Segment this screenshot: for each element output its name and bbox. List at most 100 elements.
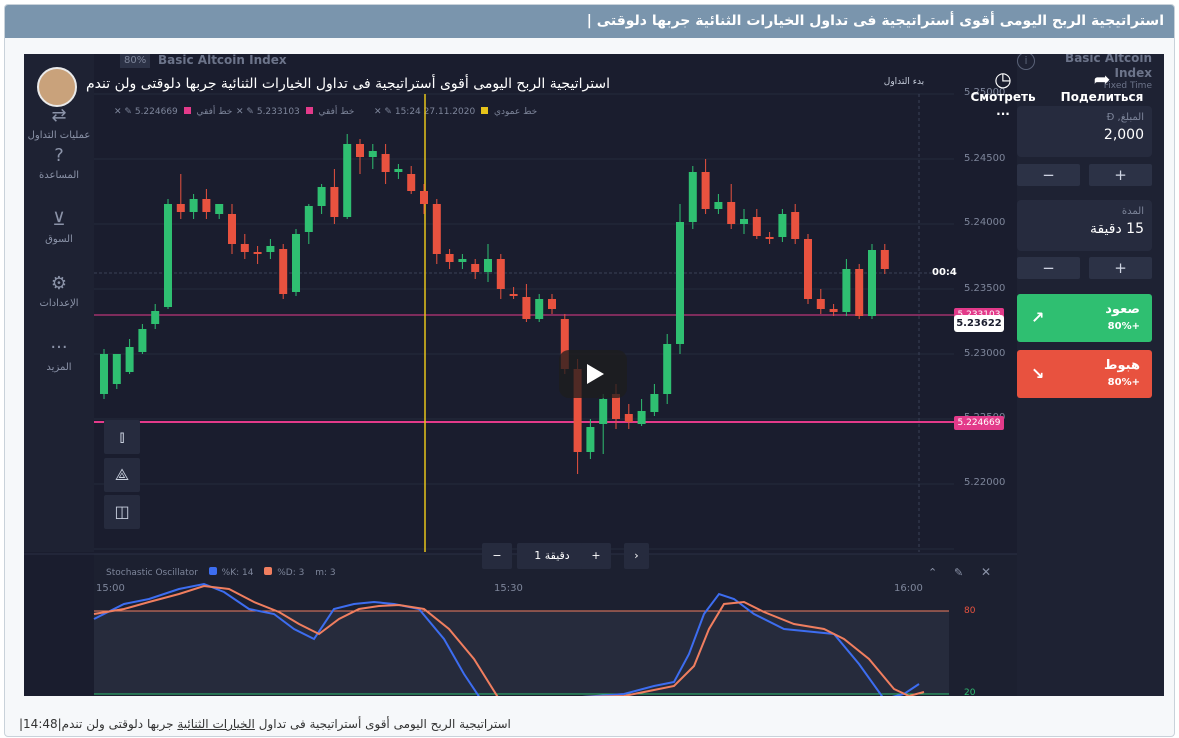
time-axis-label: 15:00 xyxy=(96,583,125,594)
candle-body xyxy=(855,269,864,316)
candle-body xyxy=(228,214,236,244)
duration-plus-button[interactable]: + xyxy=(1089,257,1152,279)
watch-later-button[interactable]: ◷ Смотреть ... xyxy=(964,68,1042,118)
candle-body xyxy=(548,299,556,309)
share-label: Поделиться xyxy=(1060,90,1144,104)
candlestick-icon: ⫾ xyxy=(119,427,125,446)
candle-body xyxy=(471,264,480,272)
hline-tag-1: 5.224669 xyxy=(954,416,1004,430)
candle-body xyxy=(368,151,377,157)
stochastic-band xyxy=(94,611,949,694)
post-card: استراتيجية الربح اليومى أقوى أستراتيجية … xyxy=(4,4,1175,737)
candle-body xyxy=(381,154,390,172)
post-title: استراتيجية الربح اليومى أقوى أستراتيجية … xyxy=(5,5,1174,38)
candle-body xyxy=(816,299,825,309)
candle-body xyxy=(727,202,736,224)
candle-timer: 00:4 xyxy=(932,267,957,278)
footer-link[interactable]: الخيارات الثنائية xyxy=(177,717,255,731)
candle-body xyxy=(292,234,300,292)
candle-body xyxy=(765,237,774,239)
timeframe-value: 1 دقيقة xyxy=(517,543,587,569)
candle-body xyxy=(701,172,710,209)
footer-text-suffix: جربها دلوقتى ولن تندم|14:48| xyxy=(19,717,178,731)
video-title[interactable]: استراتيجية الربح اليومى أقوى أستراتيجية … xyxy=(86,76,610,92)
candle-body xyxy=(420,191,428,204)
candle-body xyxy=(663,344,672,394)
timeframe-plus-button[interactable]: + xyxy=(581,543,611,569)
duration-value[interactable]: 15 دقيقة xyxy=(1025,221,1144,237)
candle-body xyxy=(880,250,889,269)
arrow-up-right-icon: ↗ xyxy=(1031,308,1045,327)
candle-body xyxy=(535,299,544,319)
duration-label: المدة xyxy=(1121,206,1144,217)
price-axis-label: 5.23500 xyxy=(964,283,1006,294)
amount-label: المبلغ, Đ xyxy=(1106,112,1144,123)
candle-body xyxy=(432,204,441,254)
watch-later-label: Смотреть ... xyxy=(970,90,1036,118)
duration-box[interactable]: المدة 15 دقيقة xyxy=(1017,200,1152,251)
candle-body xyxy=(740,219,748,224)
put-down-button[interactable]: هبوط +80% ↘ xyxy=(1017,350,1152,398)
candle-body xyxy=(151,311,160,324)
time-axis-label: 16:00 xyxy=(894,583,923,594)
call-up-button[interactable]: صعود +80% ↗ xyxy=(1017,294,1152,342)
play-button[interactable] xyxy=(559,350,627,398)
candle-body xyxy=(624,414,633,422)
candle-body xyxy=(317,187,326,206)
stochastic-lower-label: 20 xyxy=(964,688,976,696)
current-price-tag: 5.23622 xyxy=(954,315,1004,332)
timeframe-minus-button[interactable]: − xyxy=(482,543,512,569)
candle-body xyxy=(637,411,646,424)
stochastic-upper-label: 80 xyxy=(964,606,976,616)
stochastic-edit-icon[interactable]: ✎ xyxy=(954,566,963,579)
channel-avatar[interactable] xyxy=(37,67,77,107)
candle-body xyxy=(304,206,313,232)
candle-body xyxy=(842,269,851,312)
price-axis-label: 5.23000 xyxy=(964,348,1006,359)
share-arrow-icon: ➦ xyxy=(1093,67,1111,91)
candle-body xyxy=(176,204,185,212)
candle-body xyxy=(509,294,518,296)
down-payout: +80% xyxy=(1107,377,1140,388)
share-button[interactable]: ➦ Поделиться xyxy=(1060,68,1144,104)
candle-body xyxy=(522,297,531,319)
stochastic-k: %K: 14 xyxy=(221,568,254,578)
stochastic-d: %D: 3 xyxy=(277,568,305,578)
candle-body xyxy=(445,254,454,262)
candle-body xyxy=(125,347,134,372)
stochastic-m: m: 3 xyxy=(315,568,336,578)
duration-minus-button[interactable]: − xyxy=(1017,257,1080,279)
chart-type-button[interactable]: ⫾ xyxy=(104,420,140,454)
post-footer: استراتيجية الربح اليومى أقوى أستراتيجية … xyxy=(19,717,511,731)
candle-body xyxy=(394,169,403,172)
stochastic-legend: Stochastic Oscillator %K: 14 %D: 3 m: 3 xyxy=(106,567,336,578)
split-layout-icon: ◫ xyxy=(114,502,130,521)
candle-body xyxy=(138,329,147,352)
stochastic-close-icon[interactable]: ✕ xyxy=(981,565,991,579)
stochastic-title: Stochastic Oscillator xyxy=(106,568,198,578)
time-axis-label: 15:30 xyxy=(494,583,523,594)
clock-icon: ◷ xyxy=(994,67,1012,91)
video-player[interactable]: ⇄ عمليات التداول ? المساعدة ⊻ السوق ⚙ ال… xyxy=(24,54,1164,696)
candle-body xyxy=(356,144,364,157)
candle-body xyxy=(100,354,108,394)
candle-body xyxy=(496,259,505,289)
candle-body xyxy=(407,174,416,191)
drawing-tools-button[interactable]: ⟁ xyxy=(104,458,140,492)
candle-body xyxy=(279,249,288,294)
amount-value[interactable]: 2,000 xyxy=(1025,127,1144,143)
amount-minus-button[interactable]: − xyxy=(1017,164,1080,186)
up-label: صعود xyxy=(1105,302,1140,317)
stochastic-collapse-icon[interactable]: ⌃ xyxy=(928,566,937,579)
candle-body xyxy=(112,354,121,384)
amount-plus-button[interactable]: + xyxy=(1089,164,1152,186)
layout-button[interactable]: ◫ xyxy=(104,495,140,529)
compass-icon: ⟁ xyxy=(114,465,130,484)
candle-body xyxy=(829,309,838,312)
candle-body xyxy=(804,239,812,299)
candle-body xyxy=(688,172,697,222)
candle-body xyxy=(266,246,275,252)
timeframe-next-button[interactable]: › xyxy=(624,543,649,569)
d-swatch xyxy=(264,567,273,575)
start-trading-label: بدء التداول xyxy=(883,77,925,87)
